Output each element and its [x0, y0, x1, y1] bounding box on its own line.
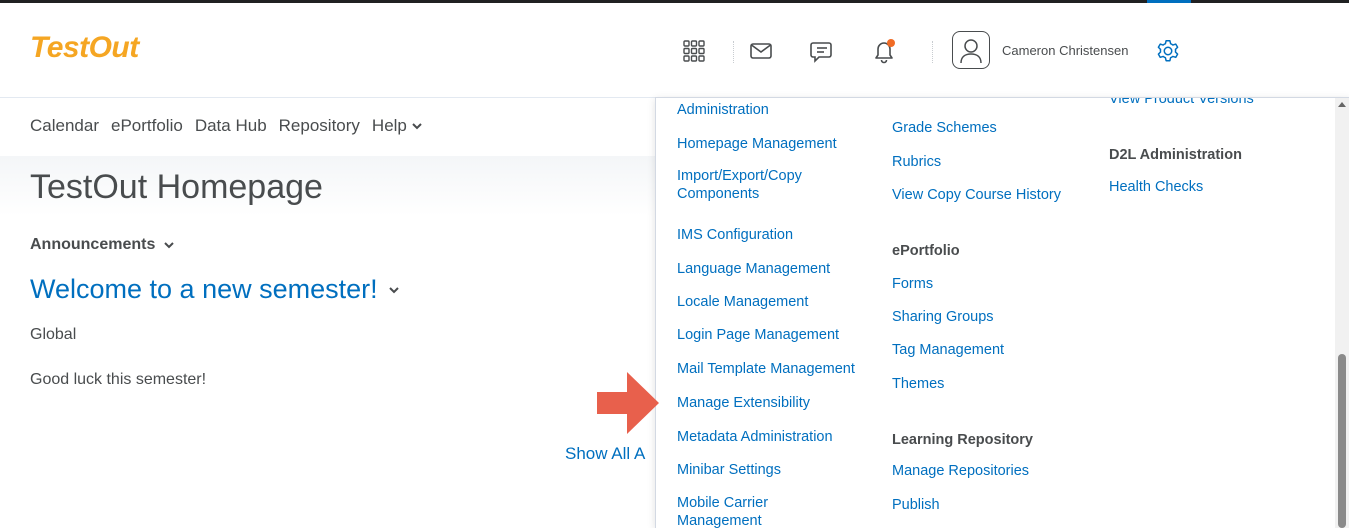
admin-link[interactable]: Rubrics [892, 153, 941, 171]
admin-tools-menu: View Product Versions Administration Hom… [655, 97, 1349, 528]
nav-items: Calendar ePortfolio Data Hub Repository … [30, 116, 423, 136]
page-title: TestOut Homepage [30, 168, 323, 206]
nav-repository[interactable]: Repository [279, 116, 360, 136]
avatar[interactable] [952, 31, 990, 69]
nav-eportfolio[interactable]: ePortfolio [111, 116, 183, 136]
admin-link[interactable]: Metadata Administration [677, 428, 833, 446]
section-heading-eportfolio: ePortfolio [892, 243, 960, 259]
admin-link[interactable]: Health Checks [1109, 178, 1203, 196]
admin-link[interactable]: Manage Repositories [892, 462, 1029, 480]
chevron-down-icon [412, 123, 422, 130]
admin-link[interactable]: IMS Configuration [677, 226, 793, 244]
admin-link-view-product-versions[interactable]: View Product Versions [1109, 98, 1254, 108]
announcement-body: Good luck this semester! [30, 371, 207, 388]
admin-link[interactable]: Administration [677, 101, 769, 119]
header-divider [733, 41, 734, 63]
admin-link[interactable]: Publish [892, 496, 940, 514]
admin-link[interactable]: Mobile Carrier Management [677, 494, 827, 528]
announcement-audience: Global [30, 326, 77, 343]
chevron-down-icon[interactable] [388, 285, 400, 295]
admin-link[interactable]: Tag Management [892, 341, 1004, 359]
chevron-down-icon[interactable] [163, 240, 175, 250]
testout-logo[interactable]: TestOut [30, 31, 139, 65]
nav-help[interactable]: Help [372, 116, 423, 136]
admin-link[interactable]: Locale Management [677, 293, 808, 311]
show-all-announcements-link[interactable]: Show All A [565, 444, 645, 464]
admin-link[interactable]: Mail Template Management [677, 360, 855, 378]
chat-icon[interactable] [808, 37, 836, 65]
section-heading-learning-repository: Learning Repository [892, 432, 1033, 448]
admin-link[interactable]: View Copy Course History [892, 186, 1061, 204]
apps-grid-icon[interactable] [680, 37, 708, 65]
admin-link[interactable]: Forms [892, 275, 933, 293]
admin-link[interactable]: Login Page Management [677, 326, 839, 344]
admin-link[interactable]: Minibar Settings [677, 461, 781, 479]
announcements-label: Announcements [30, 236, 156, 253]
admin-link[interactable]: Import/Export/Copy Components [677, 167, 867, 203]
menu-scrollbar[interactable] [1335, 98, 1349, 528]
bell-icon[interactable] [870, 37, 898, 65]
nav-data-hub[interactable]: Data Hub [195, 116, 267, 136]
admin-link[interactable]: Sharing Groups [892, 308, 994, 326]
scrollbar-thumb[interactable] [1338, 354, 1346, 528]
admin-link[interactable]: Homepage Management [677, 135, 837, 153]
admin-link[interactable]: Language Management [677, 260, 830, 278]
gear-icon[interactable] [1154, 37, 1182, 65]
section-heading-d2l-administration: D2L Administration [1109, 147, 1242, 163]
announcement-title[interactable]: Welcome to a new semester! [30, 274, 400, 305]
announcement-title-text[interactable]: Welcome to a new semester! [30, 274, 378, 305]
pointer-arrow-icon [597, 372, 659, 434]
admin-link-manage-extensibility[interactable]: Manage Extensibility [677, 394, 810, 412]
user-name[interactable]: Cameron Christensen [1002, 43, 1128, 58]
mail-icon[interactable] [747, 37, 775, 65]
announcements-widget-header[interactable]: Announcements [30, 236, 175, 254]
admin-link[interactable]: Themes [892, 375, 944, 393]
header-divider [932, 41, 933, 63]
nav-help-label: Help [371, 116, 407, 135]
scroll-up-arrow-icon[interactable] [1338, 102, 1346, 107]
nav-calendar[interactable]: Calendar [30, 116, 99, 136]
header: TestOut Cameron Christensen [0, 3, 1349, 98]
admin-link[interactable]: Grade Schemes [892, 119, 997, 137]
